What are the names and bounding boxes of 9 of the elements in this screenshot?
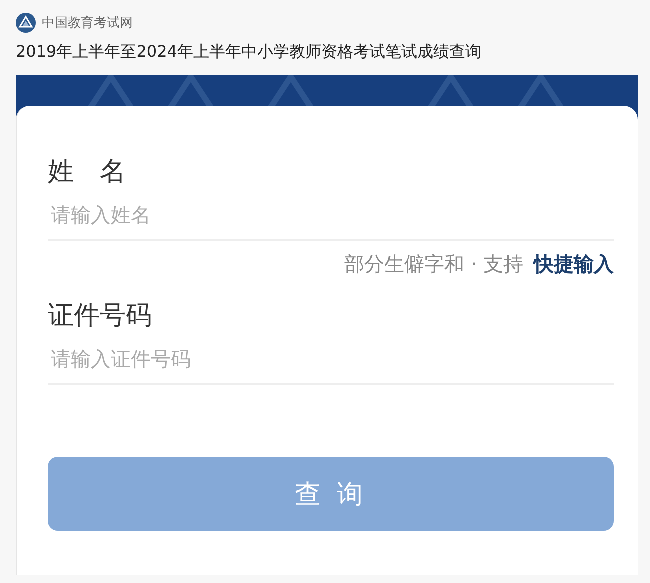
- quick-input-link[interactable]: 快捷输入: [534, 252, 614, 276]
- input-field[interactable]: 请输入证件号码: [48, 333, 614, 385]
- field-label: 姓 名: [48, 156, 127, 189]
- hint-text: 部分生僻字和 · 支持: [344, 252, 524, 276]
- site-name: 中国教育考试网: [42, 14, 133, 32]
- input-field[interactable]: 请输入姓名: [48, 189, 614, 241]
- logo-icon: [16, 13, 36, 33]
- field-label: 证件号码: [48, 300, 153, 333]
- page-title: 2019年上半年至2024年上半年中小学教师资格考试笔试成绩查询: [16, 42, 482, 63]
